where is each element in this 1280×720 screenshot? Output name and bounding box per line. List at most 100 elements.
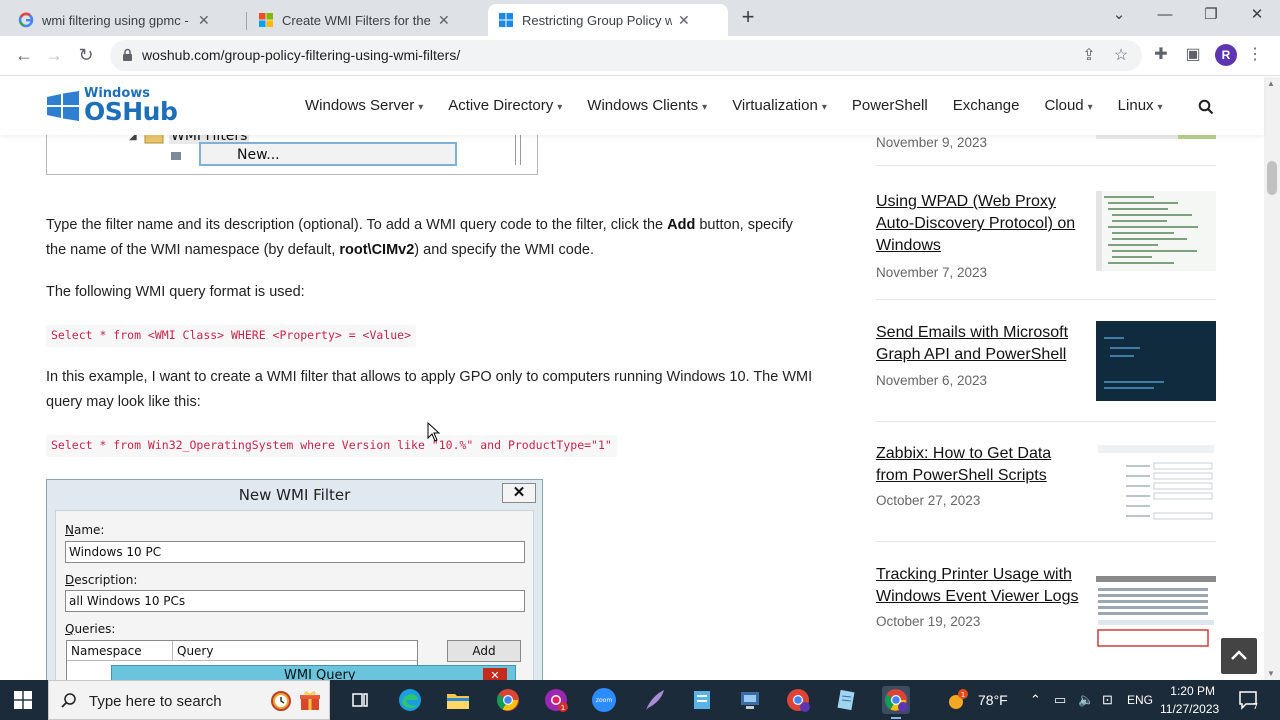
windows-icon	[499, 13, 513, 27]
menu-windows-server[interactable]: Windows Server ▾	[305, 97, 423, 114]
paragraph-format: The following WMI query format is used:	[46, 284, 305, 300]
chevron-up-icon[interactable]: ⌃	[1030, 692, 1041, 708]
tab-strip: wmi filtering using gpmc - Goog ✕ Create…	[0, 0, 1280, 36]
chevron-down-icon: ▾	[1087, 102, 1093, 113]
back-to-top-button[interactable]	[1221, 638, 1257, 674]
dialog-add-button: Add	[447, 640, 521, 662]
zoom-icon[interactable]: zoom	[590, 686, 618, 714]
chevron-down-icon: ▾	[418, 102, 424, 113]
scroll-up-icon[interactable]: ▲	[1267, 79, 1275, 88]
menu-linux[interactable]: Linux ▾	[1118, 97, 1163, 114]
post-link-zabbix[interactable]: Zabbix: How to Get Data from PowerShell …	[876, 443, 1086, 487]
profile-avatar[interactable]: R	[1215, 44, 1237, 66]
chrome-profile-icon[interactable]	[784, 686, 812, 714]
edge-icon[interactable]	[396, 686, 424, 714]
notepad-icon[interactable]	[832, 686, 860, 714]
chevron-up-icon	[1231, 650, 1247, 660]
folder-icon	[144, 135, 164, 144]
weather-badge: 1	[961, 691, 965, 699]
post-thumbnail-zabbix[interactable]	[1096, 443, 1216, 523]
menu-virtualization[interactable]: Virtualization ▾	[732, 97, 827, 114]
site-logo[interactable]: Windows OSHub	[46, 86, 186, 127]
restore-icon[interactable]: ❐	[1196, 4, 1226, 28]
new-tab-button[interactable]: +	[736, 6, 760, 30]
bookmark-star-icon[interactable]: ☆	[1112, 47, 1130, 65]
share-icon[interactable]: ⇪	[1080, 47, 1098, 65]
tab-create-wmi-filters[interactable]: Create WMI Filters for the GPO | ✕	[248, 4, 484, 36]
chevron-down-icon: ▾	[821, 102, 827, 113]
address-bar[interactable]: woshub.com/group-policy-filtering-using-…	[110, 40, 1142, 71]
feather-app-icon[interactable]	[640, 686, 668, 714]
search-icon[interactable]	[1198, 99, 1214, 115]
close-icon[interactable]: ✕	[678, 12, 690, 29]
start-windows-icon[interactable]	[14, 691, 32, 709]
menu-kebab-icon[interactable]: ⋮	[1244, 44, 1266, 66]
post-thumbnail-graph-api[interactable]	[1096, 321, 1216, 401]
scrollbar-thumb[interactable]	[1267, 161, 1277, 195]
post-link-wpad[interactable]: Using WPAD (Web Proxy Auto-Discovery Pro…	[876, 191, 1086, 257]
notification-icon[interactable]: 7	[1238, 690, 1260, 710]
task-view-icon[interactable]	[346, 686, 374, 714]
tab-restricting-group-policy[interactable]: Restricting Group Policy with W ✕	[488, 4, 728, 36]
menu-label: Exchange	[952, 97, 1020, 114]
reload-icon[interactable]: ↻	[74, 44, 98, 68]
recent-posts-sidebar: November 9, 2023 Using WPAD (Web Proxy A…	[876, 135, 1221, 680]
server-manager-icon[interactable]	[736, 686, 764, 714]
menu-exchange[interactable]: Exchange	[953, 97, 1020, 114]
queries-table-header: Namespace Query	[67, 641, 417, 661]
scroll-down-icon[interactable]: ▼	[1267, 669, 1275, 678]
tree-expand-icon: ◢	[129, 135, 137, 142]
network-icon[interactable]: ⊡	[1102, 692, 1113, 708]
extensions-puzzle-icon[interactable]: ✚	[1150, 44, 1172, 66]
clock-date[interactable]: 11/27/2023	[1160, 702, 1219, 716]
back-arrow-icon[interactable]: ←	[12, 44, 36, 68]
forward-arrow-icon[interactable]: →	[42, 44, 66, 68]
taskbar-search-box[interactable]: Type here to search	[48, 680, 330, 720]
close-icon[interactable]: ✕	[438, 12, 450, 29]
menu-cloud[interactable]: Cloud ▾	[1044, 97, 1092, 114]
clock-time[interactable]: 1:20 PM	[1169, 684, 1215, 698]
close-icon: ✕	[483, 668, 507, 680]
azure-data-studio-icon[interactable]	[688, 686, 716, 714]
post-thumbnail-printer-usage[interactable]	[1096, 576, 1216, 656]
site-header: Windows OSHub Windows Server ▾ Active Dir…	[0, 77, 1264, 135]
taskbar-search-placeholder: Type here to search	[89, 693, 222, 710]
page-scrollbar[interactable]: ▲ ▼	[1264, 77, 1280, 680]
chevron-down-icon: ▾	[557, 102, 563, 113]
weather-sun-icon[interactable]: 1	[944, 688, 970, 712]
minimize-icon[interactable]: —	[1150, 4, 1180, 28]
weather-temperature[interactable]: 78°F	[978, 692, 1008, 708]
window-close-icon[interactable]: ✕	[1242, 4, 1272, 28]
chrome-active-icon[interactable]	[882, 686, 910, 714]
description-field: all Windows 10 PCs	[65, 590, 525, 612]
chrome-canary-icon[interactable]: 1	[542, 686, 570, 714]
google-icon	[18, 12, 34, 28]
menu-active-directory[interactable]: Active Directory ▾	[448, 97, 562, 114]
post-link-graph-api[interactable]: Send Emails with Microsoft Graph API and…	[876, 322, 1086, 366]
language-indicator[interactable]: ENG	[1127, 693, 1153, 707]
active-app-indicator	[891, 717, 901, 719]
menu-windows-clients[interactable]: Windows Clients ▾	[587, 97, 707, 114]
side-panel-icon[interactable]: ▣	[1182, 44, 1204, 66]
paragraph-example: In this example, I want to create a WMI …	[46, 369, 813, 410]
speaker-icon[interactable]: 🔈	[1078, 692, 1094, 708]
wmi-filter-item-icon	[171, 152, 181, 160]
wmi-query-title: WMI Query	[284, 668, 356, 680]
close-icon[interactable]: ✕	[198, 12, 210, 29]
battery-icon[interactable]: ▭	[1054, 692, 1066, 708]
post-link-printer-usage[interactable]: Tracking Printer Usage with Windows Even…	[876, 564, 1086, 608]
file-explorer-icon[interactable]	[444, 686, 472, 714]
menu-powershell[interactable]: PowerShell	[852, 97, 928, 114]
name-label: Name:	[65, 523, 104, 537]
zabbix-screenshot-thumbnail	[1096, 443, 1216, 523]
name-field: Windows 10 PC	[65, 541, 525, 563]
divider	[876, 165, 1216, 166]
tab-search-chevron-icon[interactable]: ⌄	[1104, 4, 1134, 28]
post-thumbnail-wpad[interactable]	[1096, 191, 1216, 271]
text-bold-add: Add	[667, 217, 696, 233]
tab-divider	[246, 12, 247, 30]
divider	[876, 541, 1216, 542]
tab-google-search[interactable]: wmi filtering using gpmc - Goog ✕	[8, 4, 244, 36]
chrome-icon[interactable]	[494, 686, 522, 714]
post-thumbnail	[1096, 135, 1216, 139]
